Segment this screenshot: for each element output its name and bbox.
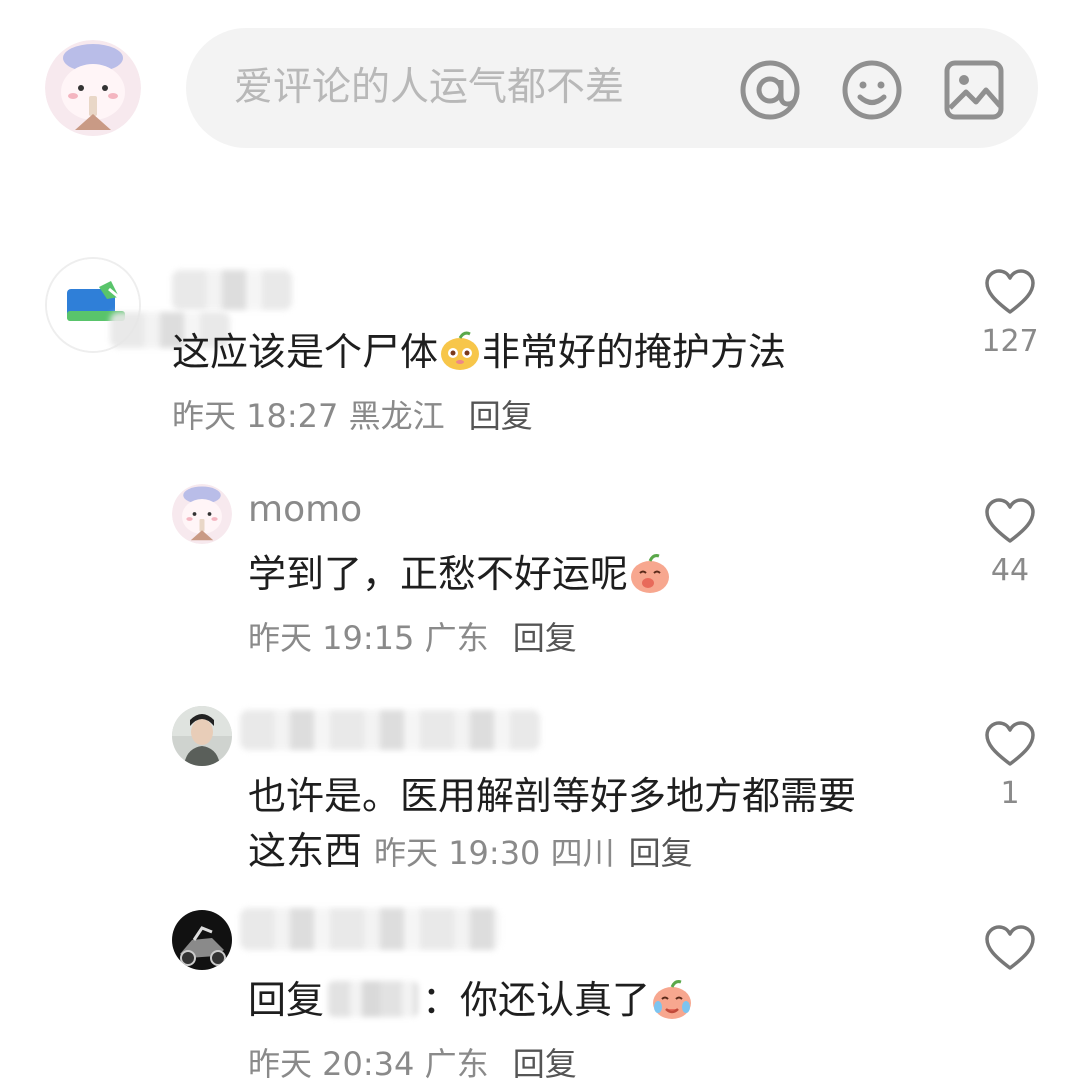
comment-time: 昨天 19:30 [374,834,541,872]
comment-text-part: 这应该是个尸体 [172,330,439,374]
image-icon[interactable] [942,58,1006,122]
reply-prefix: 回复 [248,978,325,1022]
reply-button[interactable]: 回复 [513,1045,577,1082]
comment-input-placeholder: 爱评论的人运气都不差 [234,65,625,110]
emoji-icon[interactable] [840,58,904,122]
comment-meta: 昨天 19:15 广东 回复 [248,616,577,660]
like-button[interactable]: 44 [970,497,1050,589]
reply-button[interactable]: 回复 [469,397,533,435]
reply-button[interactable]: 回复 [629,834,693,872]
comment-location: 四川 [550,834,615,872]
comment-text: 回复 ：你还认真了 [248,972,694,1028]
comment-time: 昨天 20:34 [248,1045,415,1082]
heart-icon [985,925,1035,970]
mention-blurred[interactable] [328,981,419,1017]
at-icon[interactable] [738,58,802,122]
like-button[interactable]: 127 [970,268,1050,360]
comment-text-part: 学到了，正愁不好运呢 [248,552,629,596]
my-avatar[interactable] [45,40,141,136]
comment-text: 这应该是个尸体 非常好的掩护方法 [172,324,786,380]
comment-input[interactable]: 爱评论的人运气都不差 [186,28,1038,148]
like-button[interactable]: 1 [970,720,1050,812]
comments-page: 爱评论的人运气都不差 这应该是个尸体 非常好的掩护方法 昨天 18:27 黑龙江… [0,0,1084,1082]
heart-icon [985,721,1035,766]
comment-meta: 昨天 20:34 广东 回复 [248,1042,577,1082]
mango-emoji-icon [441,331,480,370]
comment-text-part: 非常好的掩护方法 [482,330,787,374]
like-button[interactable] [970,924,1050,972]
comment-text-part: 这东西 [248,829,363,873]
heart-icon [985,498,1035,543]
reply-button[interactable]: 回复 [513,619,577,657]
crying-peach-emoji-icon [653,980,692,1019]
comment-text: 学到了，正愁不好运呢 [248,546,672,602]
username-blurred [240,710,540,750]
comment-text-part: 也许是。医用解剖等好多地方都需要 [248,774,857,818]
comment-meta: 昨天 18:27 黑龙江 回复 [172,394,533,438]
comment-text: 这东西 昨天 19:30 四川 回复 [248,823,693,881]
comment-location: 黑龙江 [348,397,445,435]
comment-text: 也许是。医用解剖等好多地方都需要 [248,768,856,824]
user-avatar[interactable] [172,484,232,544]
heart-icon [985,269,1035,314]
user-avatar[interactable] [172,910,232,970]
comment-meta: 昨天 19:30 四川 回复 [374,834,693,872]
like-count: 1 [1000,776,1020,811]
user-avatar[interactable] [172,706,232,766]
comment-location: 广东 [424,619,489,657]
username-blurred [240,908,500,950]
comment-time: 昨天 18:27 [172,397,339,435]
comment-text-part: ：你还认真了 [422,978,651,1022]
like-count: 44 [990,553,1030,588]
username[interactable]: momo [248,488,362,532]
like-count: 127 [981,324,1039,359]
comment-location: 广东 [424,1045,489,1082]
comment-time: 昨天 19:15 [248,619,415,657]
username-blurred [172,270,292,310]
peach-emoji-icon [631,554,670,593]
